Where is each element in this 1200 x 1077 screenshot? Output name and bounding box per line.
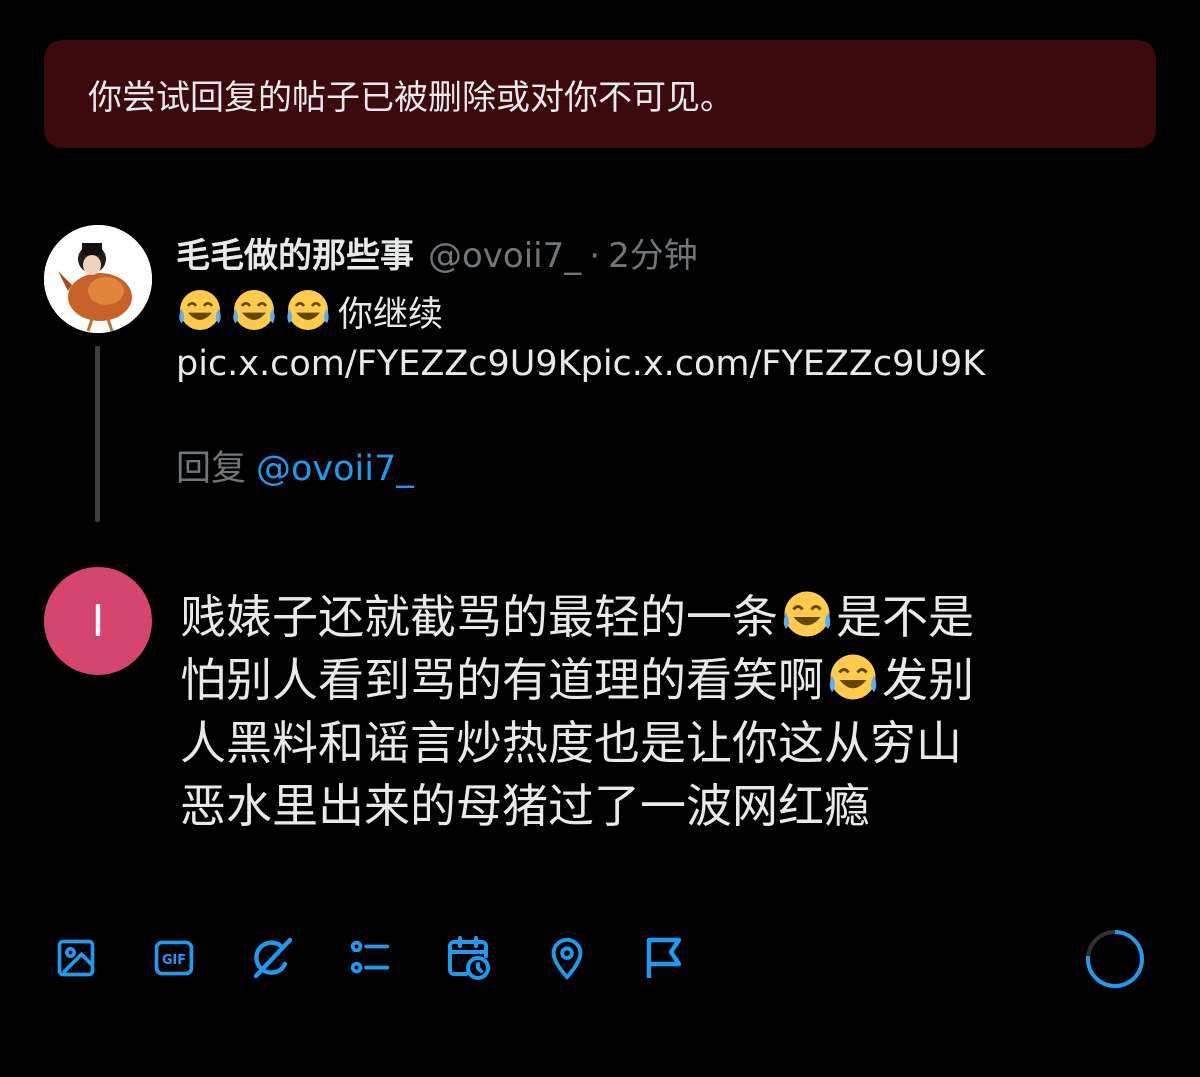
author-name[interactable]: 毛毛做的那些事 bbox=[176, 228, 414, 277]
post-text: 你继续 bbox=[338, 295, 444, 335]
error-banner-text: 你尝试回复的帖子已被删除或对你不可见。 bbox=[88, 77, 734, 118]
thread-connector-line bbox=[95, 346, 100, 522]
tears-of-joy-icon bbox=[287, 290, 329, 330]
compose-text: 是不是 bbox=[836, 590, 974, 644]
tears-of-joy-icon bbox=[233, 290, 275, 330]
separator-dot: · bbox=[589, 236, 601, 276]
flag-icon[interactable] bbox=[641, 934, 689, 982]
location-icon[interactable] bbox=[543, 934, 591, 982]
error-banner: 你尝试回复的帖子已被删除或对你不可见。 bbox=[44, 40, 1156, 148]
compose-line: 人黑料和谣言炒热度也是让你这从穷山 bbox=[180, 716, 962, 770]
image-icon[interactable] bbox=[52, 934, 100, 982]
compose-line: 怕别人看到骂的有道理的看笑啊 发别 bbox=[180, 649, 1140, 712]
reply-label: 回复 bbox=[176, 449, 247, 489]
character-count-ring bbox=[1086, 930, 1144, 988]
post-link[interactable]: pic.x.com/FYEZZc9U9Kpic.x.com/FYEZZc9U9K bbox=[176, 344, 985, 384]
author-handle[interactable]: @ovoii7_ bbox=[428, 236, 581, 276]
compose-line: 恶水里出来的母猪过了一波网红瘾 bbox=[180, 779, 870, 833]
svg-text:GIF: GIF bbox=[162, 953, 186, 968]
post-time[interactable]: 2分钟 bbox=[608, 228, 698, 277]
post-text-line: 你继续 bbox=[176, 286, 443, 337]
avatar-letter: I bbox=[91, 595, 105, 647]
gif-icon[interactable]: GIF bbox=[150, 934, 198, 982]
avatar-chicken-image bbox=[44, 225, 152, 333]
compose-textarea[interactable]: 贱婊子还就截骂的最轻的一条 是不是 怕别人看到骂的有道理的看笑啊 发别 人黑料和… bbox=[180, 586, 1140, 838]
user-avatar[interactable]: I bbox=[44, 567, 152, 675]
tears-of-joy-icon bbox=[783, 591, 831, 637]
compose-text: 怕别人看到骂的有道理的看笑啊 bbox=[180, 653, 824, 707]
replying-to: 回复 @ovoii7_ bbox=[176, 440, 414, 491]
post-header: 毛毛做的那些事 @ovoii7_ · 2分钟 bbox=[176, 228, 698, 278]
compose-text: 发别 bbox=[882, 653, 974, 707]
tears-of-joy-icon bbox=[179, 290, 221, 330]
schedule-icon[interactable] bbox=[444, 934, 492, 982]
compose-text: 贱婊子还就截骂的最轻的一条 bbox=[180, 590, 778, 644]
reply-handle-link[interactable]: @ovoii7_ bbox=[256, 449, 414, 489]
poll-icon[interactable] bbox=[346, 934, 394, 982]
compose-line: 贱婊子还就截骂的最轻的一条 是不是 bbox=[180, 586, 1140, 649]
grok-icon[interactable] bbox=[248, 934, 296, 982]
avatar[interactable] bbox=[44, 225, 152, 333]
tears-of-joy-icon bbox=[829, 654, 877, 700]
